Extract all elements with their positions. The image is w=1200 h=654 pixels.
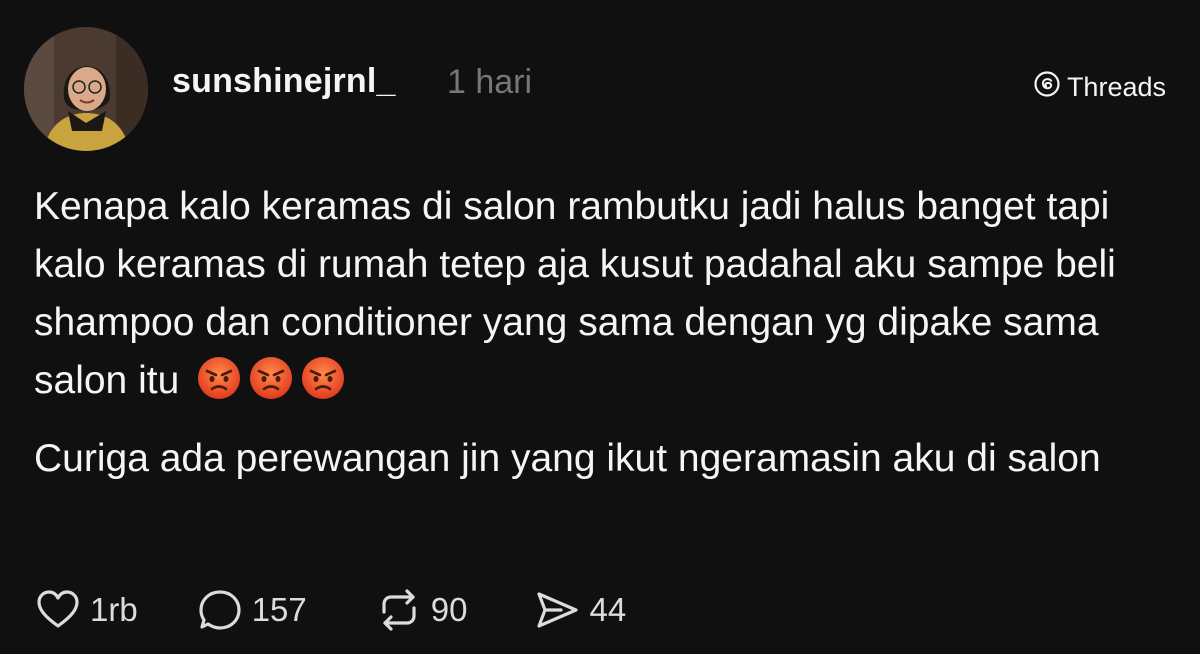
heart-icon bbox=[34, 586, 82, 634]
angry-face-emoji-icon bbox=[196, 355, 242, 401]
speech-bubble-icon bbox=[196, 586, 244, 634]
avatar-image bbox=[24, 27, 148, 151]
repost-icon bbox=[375, 586, 423, 634]
reply-count: 157 bbox=[251, 591, 307, 628]
repost-button[interactable]: 90 bbox=[375, 586, 468, 634]
threads-brand-label: Threads bbox=[1066, 72, 1166, 102]
username-link[interactable]: sunshinejrnl_ bbox=[172, 62, 396, 101]
post-paragraph-1: Kenapa kalo keramas di salon rambutku ja… bbox=[34, 178, 1174, 410]
like-button[interactable]: 1rb bbox=[34, 586, 138, 634]
reply-button[interactable]: 157 bbox=[196, 586, 307, 634]
avatar[interactable] bbox=[24, 27, 148, 151]
post-body: Kenapa kalo keramas di salon rambutku ja… bbox=[34, 178, 1174, 488]
post-actions: 1rb 157 90 44 bbox=[34, 584, 626, 636]
post-timestamp: 1 hari bbox=[447, 63, 533, 101]
threads-logo-icon bbox=[1033, 70, 1061, 105]
threads-post: sunshinejrnl_ 1 hari Threads Kenapa kalo… bbox=[0, 0, 1200, 654]
share-count: 44 bbox=[589, 591, 627, 628]
share-button[interactable]: 44 bbox=[533, 586, 626, 634]
angry-face-emoji-icon bbox=[248, 355, 294, 401]
send-icon bbox=[533, 586, 581, 634]
repost-count: 90 bbox=[430, 591, 468, 628]
post-paragraph-2: Curiga ada perewangan jin yang ikut nger… bbox=[34, 437, 1101, 480]
angry-face-emoji-icon bbox=[300, 355, 346, 401]
threads-brand: Threads bbox=[1033, 70, 1166, 105]
like-count: 1rb bbox=[90, 591, 138, 628]
